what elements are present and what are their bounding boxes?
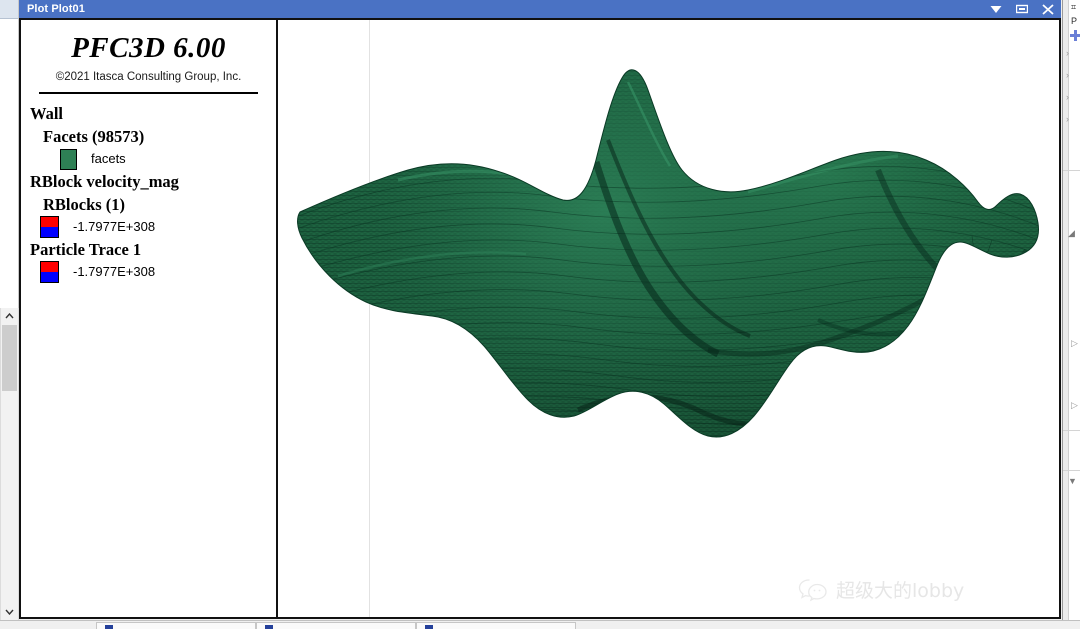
- right-panel-row[interactable]: ▼: [1063, 476, 1080, 486]
- chevron-right-icon: ›: [1066, 114, 1069, 124]
- right-panel-row[interactable]: ›: [1063, 70, 1080, 80]
- right-panel-divider: [1063, 170, 1080, 171]
- triangle-right-icon: ▷: [1071, 400, 1078, 410]
- plot-body: PFC3D 6.00 ©2021 Itasca Consulting Group…: [19, 18, 1061, 619]
- legend-group-heading: Wall: [30, 104, 64, 123]
- watermark: 超级大的lobby: [798, 576, 964, 603]
- right-panel-row-selected[interactable]: [1063, 30, 1080, 41]
- plot-window-title: Plot Plot01: [27, 3, 85, 15]
- legend-item-label: facets: [91, 151, 126, 166]
- right-panel-row[interactable]: ◢: [1063, 228, 1080, 239]
- triangle-right-icon: ▷: [1071, 338, 1078, 348]
- legend-item-label: -1.7977E+308: [73, 219, 156, 234]
- chevron-right-icon: ›: [1066, 70, 1069, 80]
- menu-dropdown-icon[interactable]: [983, 0, 1009, 18]
- chevron-down-icon: ▼: [1068, 476, 1077, 486]
- plot-viewport[interactable]: 超级大的lobby: [278, 20, 1059, 617]
- bottom-tab-strip: [0, 620, 1080, 629]
- copyright-text: ©2021 Itasca Consulting Group, Inc.: [55, 71, 242, 83]
- right-panel-row[interactable]: ›: [1063, 114, 1080, 124]
- legend-swatch-facets: [60, 148, 77, 170]
- close-window-icon[interactable]: [1035, 0, 1061, 18]
- right-tree-panel[interactable]: ⌗ P › › › › ◢ ▷ ▷ ▼: [1062, 0, 1080, 629]
- right-panel-row[interactable]: ⌗: [1063, 2, 1080, 13]
- right-panel-row[interactable]: ▷: [1063, 338, 1080, 349]
- triangle-icon: ◢: [1068, 228, 1075, 238]
- right-panel-row[interactable]: P: [1063, 16, 1080, 26]
- bottom-tab[interactable]: [416, 622, 576, 629]
- legend-pane: PFC3D 6.00 ©2021 Itasca Consulting Group…: [21, 20, 278, 617]
- scroll-up-button[interactable]: [1, 308, 18, 324]
- legend-group-heading: Particle Trace 1: [30, 240, 142, 259]
- legend-divider: [39, 92, 258, 94]
- node-plus-icon: [1070, 30, 1080, 41]
- right-panel-divider: [1063, 470, 1080, 471]
- scrollbar-thumb[interactable]: [2, 325, 17, 391]
- legend-item[interactable]: -1.7977E+308: [30, 261, 276, 283]
- left-vertical-scrollbar[interactable]: [0, 308, 19, 620]
- bottom-tab[interactable]: [96, 622, 256, 629]
- right-panel-row[interactable]: ›: [1063, 48, 1080, 58]
- bottom-tab[interactable]: [256, 622, 416, 629]
- tab-icon: [105, 625, 113, 629]
- legend-list: Wall Facets (98573) facets RBlock veloci…: [21, 102, 276, 283]
- left-strip-header: [0, 0, 18, 19]
- restore-window-icon[interactable]: [1009, 0, 1035, 18]
- plot-window-titlebar[interactable]: Plot Plot01: [19, 0, 1061, 18]
- chevron-right-icon: ›: [1066, 48, 1069, 58]
- right-panel-row-label: P: [1071, 16, 1078, 26]
- legend-item-label: -1.7977E+308: [73, 264, 156, 279]
- scroll-down-button[interactable]: [1, 604, 18, 620]
- legend-item[interactable]: facets: [30, 148, 276, 170]
- right-panel-divider: [1063, 430, 1080, 431]
- terrain-surface-mesh: [278, 20, 1059, 617]
- wechat-icon: [798, 577, 828, 603]
- legend-swatch-rblock: [40, 216, 59, 238]
- right-panel-row[interactable]: ›: [1063, 92, 1080, 102]
- legend-group-subheading: Facets (98573): [43, 127, 145, 146]
- legend-group-subheading: RBlocks (1): [43, 195, 126, 214]
- legend-group-heading: RBlock velocity_mag: [30, 172, 179, 191]
- pfc3d-brand-title: PFC3D 6.00: [71, 32, 226, 64]
- tab-icon: [425, 625, 433, 629]
- legend-item[interactable]: -1.7977E+308: [30, 216, 276, 238]
- watermark-text: 超级大的lobby: [836, 580, 965, 602]
- application-root: Plot Plot01 PFC3D 6.00 ©2021 Itasca Cons…: [0, 0, 1080, 629]
- right-panel-row-label: ⌗: [1071, 2, 1077, 12]
- legend-swatch-particle-trace: [40, 261, 59, 283]
- right-panel-row[interactable]: ▷: [1063, 400, 1080, 411]
- plot-window: Plot Plot01 PFC3D 6.00 ©2021 Itasca Cons…: [19, 0, 1061, 621]
- tab-icon: [265, 625, 273, 629]
- chevron-right-icon: ›: [1066, 92, 1069, 102]
